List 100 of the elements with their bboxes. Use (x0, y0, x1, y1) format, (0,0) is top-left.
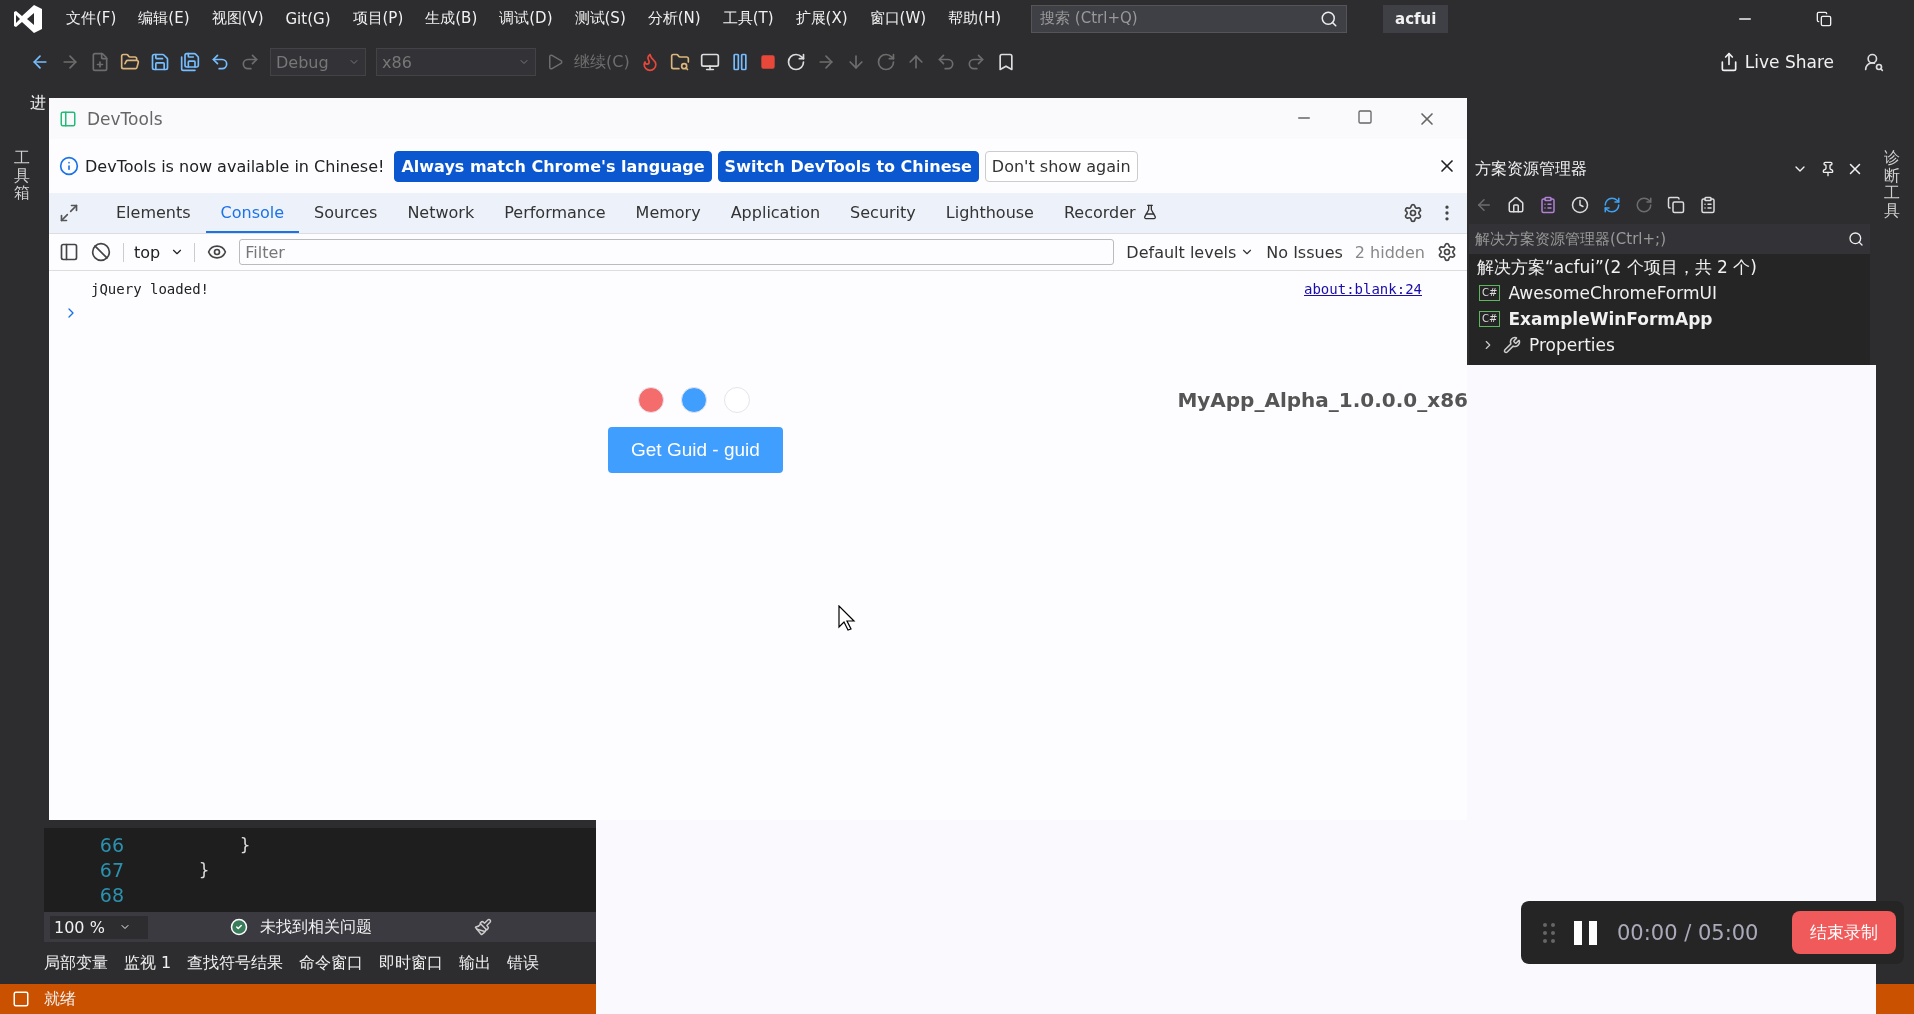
restore-icon[interactable] (1816, 10, 1832, 27)
live-share-button[interactable]: Live Share (1718, 52, 1834, 72)
document-tab[interactable]: 进 (30, 92, 46, 114)
issues-status: 未找到相关问题 (260, 916, 372, 938)
project-icon: C# (1479, 285, 1501, 301)
menu-item[interactable]: 分析(N) (647, 9, 701, 28)
infobar-button[interactable]: Always match Chrome's language (394, 150, 712, 182)
home-icon[interactable] (1507, 196, 1525, 214)
devtools-tab[interactable]: Recorder (1048, 193, 1173, 233)
folder-search-icon[interactable] (669, 52, 690, 72)
project-icon: C# (1479, 311, 1501, 327)
pin-icon[interactable] (1820, 161, 1836, 177)
toolbox-tab[interactable]: 工具箱 (14, 149, 30, 202)
devtools-tab[interactable]: Elements (101, 193, 206, 233)
tree-item[interactable]: Properties (1529, 335, 1615, 355)
devtools-tab[interactable]: Network (392, 193, 490, 233)
tool-window-tab[interactable]: 输出 (459, 952, 492, 974)
tree-item[interactable]: 解决方案“acfui”(2 个项目，共 2 个) (1477, 255, 1757, 279)
refresh-icon[interactable] (1635, 196, 1653, 214)
line-number: 68 (98, 883, 124, 906)
menu-item[interactable]: 项目(P) (352, 9, 404, 28)
check-icon (230, 918, 248, 936)
tree-item[interactable]: AwesomeChromeFormUI (1508, 283, 1717, 303)
monitor-icon[interactable] (699, 52, 720, 72)
diagnostics-tab[interactable]: 诊断工具 (1884, 149, 1900, 220)
clear-icon[interactable] (91, 242, 111, 262)
info-icon (59, 156, 79, 176)
menu-item[interactable]: 生成(B) (425, 9, 478, 28)
menu-item[interactable]: 视图(V) (211, 9, 264, 28)
menu-item[interactable]: Git(G) (285, 9, 331, 28)
line-number: 66 (98, 833, 124, 856)
search-field[interactable]: 解决方案资源管理器(Ctrl+;) (1469, 224, 1870, 254)
solution-icon[interactable] (1539, 196, 1557, 214)
hidden-count: 2 hidden (1354, 242, 1425, 262)
tool-window-tab[interactable]: 错误 (507, 952, 540, 974)
recording-time: 00:00 / 05:00 (1617, 920, 1759, 945)
wrench-icon (1503, 336, 1521, 354)
restart-icon[interactable] (785, 52, 806, 72)
app-title: MyApp_Alpha_1.0.0.0_x86 (1177, 388, 1468, 412)
stop-icon[interactable] (759, 54, 776, 70)
status-text: 就绪 (44, 988, 76, 1010)
account-icon[interactable] (1864, 52, 1884, 72)
devtools-tab[interactable]: Memory (620, 193, 716, 233)
new-file-icon[interactable] (90, 52, 110, 72)
eye-icon[interactable] (207, 242, 228, 262)
mouse-cursor-icon (838, 605, 856, 631)
code-line: } (238, 834, 251, 855)
save-all-icon[interactable] (180, 52, 200, 72)
line-number: 67 (98, 858, 124, 881)
issues-button[interactable]: No Issues (1266, 242, 1343, 262)
menu-item[interactable]: 文件(F) (66, 9, 117, 28)
open-folder-icon[interactable] (120, 52, 140, 72)
tool-window-tab[interactable]: 局部变量 (44, 952, 108, 974)
menu-item[interactable]: 帮助(H) (948, 9, 1002, 28)
context-dropdown[interactable]: top (123, 242, 196, 262)
tool-window-tab[interactable]: 即时窗口 (379, 952, 444, 974)
sync-icon[interactable] (1603, 196, 1621, 214)
brush-icon[interactable] (474, 918, 492, 936)
levels-dropdown[interactable]: Default levels (1126, 242, 1255, 262)
devtools-tab[interactable]: Performance (489, 193, 621, 233)
menu-item[interactable]: 扩展(X) (795, 9, 848, 28)
source-link[interactable]: about:blank:24 (1304, 281, 1422, 297)
menu-item[interactable]: 工具(T) (722, 9, 774, 28)
collapse-icon[interactable] (1667, 196, 1685, 214)
tree-item[interactable]: ExampleWinFormApp (1508, 309, 1713, 329)
menu-item[interactable]: 窗口(W) (869, 9, 927, 28)
redo-icon[interactable] (240, 52, 260, 72)
devtools-tab[interactable]: Lighthouse (930, 193, 1049, 233)
pause-icon[interactable] (1573, 920, 1599, 945)
search-field[interactable]: 搜索 (Ctrl+Q) (1031, 4, 1348, 33)
properties-icon[interactable] (1699, 196, 1717, 214)
drag-handle-icon[interactable] (1543, 921, 1555, 944)
infobar-button[interactable]: Switch DevTools to Chinese (717, 150, 979, 182)
menu-item[interactable]: 测试(S) (574, 9, 626, 28)
code-line: } (199, 859, 210, 880)
devtools-tab[interactable]: Sources (299, 193, 393, 233)
menu-item[interactable]: 编辑(E) (138, 9, 190, 28)
filter-field[interactable]: Filter (239, 239, 1115, 265)
search-icon (1320, 9, 1339, 28)
devtools-tab[interactable]: Application (715, 193, 836, 233)
info-message: DevTools is now available in Chinese! (85, 156, 385, 176)
undo-icon[interactable] (210, 52, 230, 72)
tool-window-tab[interactable]: 监视 1 (124, 952, 172, 974)
settings-icon[interactable] (1403, 203, 1423, 223)
history-icon[interactable] (1571, 196, 1589, 214)
search-icon (1848, 231, 1864, 247)
devtools-tab[interactable]: Console (205, 193, 300, 233)
sidebar-icon[interactable] (59, 242, 79, 262)
menu-item[interactable]: 调试(D) (499, 9, 553, 28)
play-icon[interactable] (546, 53, 564, 71)
zoom-dropdown[interactable]: 100 % (50, 915, 148, 939)
maximize-icon[interactable] (1357, 108, 1373, 125)
status-icon (12, 990, 30, 1008)
save-icon[interactable] (150, 52, 170, 72)
tool-window-tab[interactable]: 查找符号结果 (187, 952, 284, 974)
infobar-button[interactable]: Don't show again (984, 150, 1138, 182)
tool-window-tab[interactable]: 命令窗口 (299, 952, 364, 974)
settings-icon[interactable] (1437, 242, 1457, 262)
step-over-icon[interactable] (875, 52, 896, 72)
devtools-tab[interactable]: Security (835, 193, 931, 233)
